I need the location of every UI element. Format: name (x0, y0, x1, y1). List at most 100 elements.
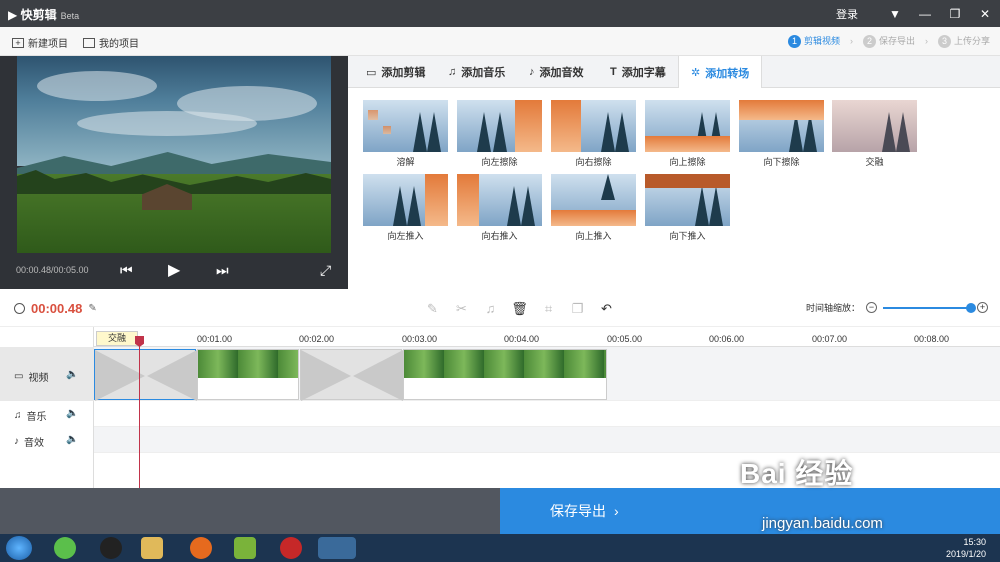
beta-label: Beta (60, 11, 80, 21)
text-icon: T (610, 66, 617, 78)
minimize-icon[interactable]: — (910, 0, 940, 27)
transition-label: 向上推入 (575, 231, 612, 241)
preview-frame (17, 56, 331, 253)
transition-thumb[interactable] (551, 174, 636, 226)
playhead[interactable] (139, 337, 140, 488)
chevron-right-icon: › (614, 503, 619, 519)
app-icon[interactable] (234, 537, 256, 559)
tab-add-transition[interactable]: ✲ 添加转场 (678, 56, 763, 89)
app-title: 快剪辑 (20, 8, 57, 22)
sound-effect-icon: ♪ (14, 436, 19, 447)
top-toolbar: + 新建项目 我的项目 1 剪辑视频 › 2 保存导出 › 3 上传分享 (0, 27, 1000, 56)
track-labels: ▭ 视频 🔈 ♫ 音乐 🔈 ♪ 音效 🔈 (0, 327, 94, 488)
chevron-right-icon: › (849, 36, 853, 46)
ruler-tick: 00:04.00 (504, 334, 540, 344)
my-projects-label: 我的项目 (99, 39, 139, 50)
edit-icon[interactable]: ✎ (424, 300, 441, 317)
bell-icon[interactable]: ♫ (482, 300, 499, 317)
my-projects-button[interactable]: 我的项目 (83, 35, 139, 50)
step-share[interactable]: 3 上传分享 (937, 34, 990, 48)
transition-label: 向右擦除 (575, 157, 612, 167)
tab-add-clip[interactable]: ▭ 添加剪辑 (354, 56, 437, 88)
tab-bar: ▭ 添加剪辑 ♫ 添加音乐 ♪ 添加音效 T 添加字幕 ✲ 添加转场 (348, 56, 1000, 89)
speaker-icon[interactable]: 🔈 (66, 434, 78, 445)
transition-thumb[interactable] (363, 100, 448, 152)
transition-thumb[interactable] (363, 174, 448, 226)
transition-block[interactable] (300, 349, 403, 401)
music-icon: ♫ (14, 410, 22, 421)
video-icon: ▭ (366, 66, 377, 79)
copy-icon[interactable]: ❐ (569, 300, 586, 317)
qq-icon[interactable] (100, 537, 122, 559)
transition-thumb[interactable] (551, 100, 636, 152)
maximize-icon[interactable]: ❐ (940, 0, 970, 27)
fullscreen-icon[interactable]: ⤢ (320, 262, 331, 279)
tab-add-music[interactable]: ♫ 添加音乐 (436, 56, 517, 88)
prev-frame-icon[interactable]: ⏮ (120, 262, 133, 279)
record-icon[interactable] (280, 537, 302, 559)
ruler-tick: 00:01.00 (197, 334, 233, 344)
title-bar: ▶ 快剪辑 Beta 登录 ▼ — ❐ ✕ (0, 0, 1000, 27)
transition-label: 向左擦除 (481, 157, 518, 167)
play-icon[interactable]: ▶ (168, 260, 180, 280)
kuaijianji-taskbar-icon[interactable] (318, 537, 356, 559)
transition-label: 向右推入 (481, 231, 518, 241)
zoom-slider-handle[interactable] (966, 302, 976, 313)
speaker-icon[interactable]: 🔈 (66, 408, 78, 419)
crop-icon[interactable]: ⌗ (540, 300, 557, 317)
music-track-label: ♫ 音乐 (14, 410, 47, 423)
system-clock[interactable]: 15:30 2019/1/20 (946, 536, 986, 560)
transition-block[interactable] (94, 349, 197, 401)
edit-pencil-icon[interactable]: ✎ (88, 303, 96, 314)
scissors-icon[interactable]: ✂ (453, 300, 470, 317)
trash-icon[interactable]: 🗑 (511, 300, 528, 317)
transition-thumb[interactable] (457, 100, 542, 152)
ruler-tick: 00:07.00 (812, 334, 848, 344)
speaker-icon[interactable]: 🔈 (66, 369, 78, 380)
save-export-button[interactable]: 保存导出 › (500, 488, 1000, 534)
timeline-zoom: 时间轴缩放： − + (806, 301, 988, 314)
preview-time: 00:00.48/00:05.00 (16, 265, 89, 275)
transition-thumb[interactable] (645, 100, 730, 152)
video-preview: 00:00.48/00:05.00 ⏮ ▶ ⏭ ⤢ (0, 56, 348, 289)
transition-thumb[interactable] (739, 100, 824, 152)
time-ruler[interactable]: 00:01.00 00:02.00 00:03.00 00:04.00 00:0… (94, 327, 1000, 347)
transition-thumb[interactable] (645, 174, 730, 226)
transition-label: 向左推入 (387, 231, 424, 241)
zoom-out-icon[interactable]: − (866, 302, 877, 313)
step-export[interactable]: 2 保存导出 (862, 34, 915, 48)
next-frame-icon[interactable]: ⏭ (216, 262, 229, 279)
transition-label: 向下擦除 (763, 157, 800, 167)
ruler-tick: 00:02.00 (299, 334, 335, 344)
zoom-in-icon[interactable]: + (977, 302, 988, 313)
tab-add-subtitle[interactable]: T 添加字幕 (598, 56, 678, 88)
menu-icon[interactable]: ▼ (880, 0, 910, 27)
tab-add-sound[interactable]: ♪ 添加音效 (517, 56, 596, 88)
login-link[interactable]: 登录 (836, 6, 858, 22)
transition-thumb[interactable] (832, 100, 917, 152)
video-clip[interactable] (197, 349, 299, 400)
taskbar: 15:30 2019/1/20 (0, 534, 1000, 562)
firefox-icon[interactable] (190, 537, 212, 559)
app-icon[interactable] (54, 537, 76, 559)
music-icon: ♫ (448, 66, 457, 78)
transition-thumb[interactable] (457, 174, 542, 226)
ruler-tick: 00:03.00 (402, 334, 438, 344)
start-button-icon[interactable] (6, 536, 32, 560)
folder-icon[interactable] (141, 537, 163, 559)
step-edit[interactable]: 1 剪辑视频 (787, 34, 840, 48)
new-project-button[interactable]: + 新建项目 (12, 35, 68, 50)
transition-tooltip: 交融 (96, 331, 138, 346)
current-time: 00:00.48 (31, 301, 83, 316)
new-project-label: 新建项目 (28, 39, 68, 50)
transition-panel: 溶解 向左擦除 向右擦除 向上擦除 向下擦除 交融 向左推入 向右推入 向上推入… (348, 88, 1000, 289)
video-clip[interactable] (403, 349, 607, 400)
sound-track-label: ♪ 音效 (14, 436, 44, 449)
undo-icon[interactable]: ↶ (598, 300, 615, 317)
zoom-slider[interactable] (883, 302, 976, 313)
ruler-tick: 00:06.00 (709, 334, 745, 344)
baidu-watermark: Bai 经验 (740, 458, 854, 489)
clock-icon (14, 303, 25, 314)
close-icon[interactable]: ✕ (970, 0, 1000, 27)
step-indicator: 1 剪辑视频 › 2 保存导出 › 3 上传分享 (787, 34, 990, 48)
